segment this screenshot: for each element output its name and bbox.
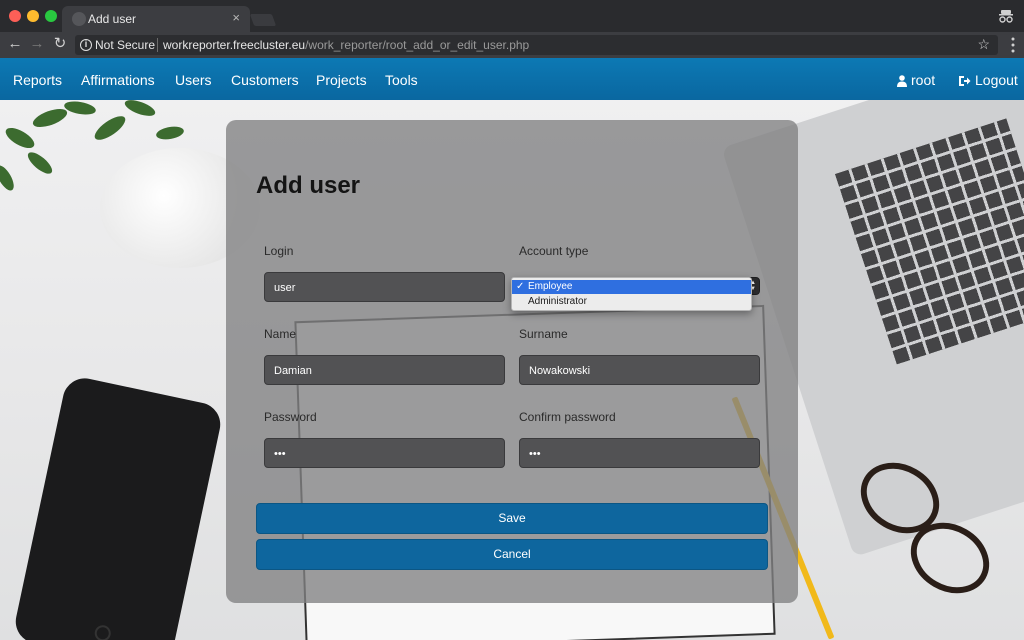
browser-tab[interactable]: Add user × (62, 6, 250, 32)
password-input[interactable]: ••• (264, 438, 505, 468)
add-user-form-card: Add user Login user Account type ▲ ▼ ✓ Em… (226, 120, 798, 603)
account-type-option-employee[interactable]: ✓ Employee (512, 280, 751, 294)
keyboard-image (835, 118, 1024, 365)
nav-user-label: root (911, 72, 936, 88)
option-label: Administrator (528, 296, 587, 307)
page-viewport: Reports Affirmations Users Customers Pro… (0, 58, 1024, 640)
nav-item-users[interactable]: Users (175, 72, 212, 88)
login-input[interactable]: user (264, 272, 505, 302)
account-type-dropdown[interactable]: ✓ Employee Administrator (511, 277, 752, 311)
new-tab-button[interactable] (249, 14, 277, 26)
confirm-password-label: Confirm password (519, 410, 616, 424)
tab-title: Add user (88, 12, 137, 26)
logout-icon (959, 76, 971, 86)
checkmark-icon: ✓ (516, 281, 525, 292)
nav-item-affirmations[interactable]: Affirmations (81, 72, 155, 88)
window-maximize-button[interactable] (45, 10, 57, 22)
favicon-icon (72, 12, 86, 26)
nav-logout[interactable]: Logout (958, 72, 1018, 88)
url-host: workreporter.freecluster.eu (163, 38, 306, 52)
browser-toolbar: ← → ↻ i Not Secure workreporter.freeclus… (0, 32, 1024, 58)
tab-close-icon[interactable]: × (232, 10, 240, 25)
nav-item-projects[interactable]: Projects (316, 72, 367, 88)
reload-icon[interactable]: ↻ (51, 35, 69, 53)
name-input[interactable]: Damian (264, 355, 505, 385)
account-type-label: Account type (519, 244, 589, 258)
option-label: Employee (528, 281, 573, 292)
nav-logout-label: Logout (975, 72, 1018, 88)
forward-arrow-icon[interactable]: → (28, 35, 46, 53)
security-label[interactable]: Not Secure (95, 38, 155, 52)
incognito-icon (999, 10, 1013, 23)
nav-item-customers[interactable]: Customers (231, 72, 299, 88)
nav-item-tools[interactable]: Tools (385, 72, 418, 88)
browser-titlebar: Add user × (0, 0, 1024, 32)
url-path: /work_reporter/root_add_or_edit_user.php (305, 38, 530, 52)
browser-menu-icon[interactable] (1011, 37, 1015, 53)
glasses-image (860, 462, 990, 594)
url-text[interactable]: workreporter.freecluster.eu/work_reporte… (163, 38, 529, 52)
nav-user-root[interactable]: root (897, 72, 935, 88)
cancel-button[interactable]: Cancel (256, 539, 768, 570)
password-label: Password (264, 410, 317, 424)
account-type-option-administrator[interactable]: Administrator (512, 295, 751, 309)
window-minimize-button[interactable] (27, 10, 39, 22)
info-icon[interactable]: i (80, 39, 92, 51)
bookmark-star-icon[interactable]: ☆ (977, 36, 990, 53)
name-label: Name (264, 327, 297, 341)
app-navbar: Reports Affirmations Users Customers Pro… (0, 58, 1024, 100)
address-bar[interactable]: i Not Secure workreporter.freecluster.eu… (75, 35, 998, 55)
page-title: Add user (256, 172, 361, 199)
surname-label: Surname (519, 327, 568, 341)
url-separator (157, 38, 158, 52)
back-arrow-icon[interactable]: ← (6, 35, 24, 53)
login-label: Login (264, 244, 294, 258)
phone-home-button (93, 623, 113, 640)
user-icon (897, 75, 907, 87)
surname-input[interactable]: Nowakowski (519, 355, 760, 385)
nav-item-reports[interactable]: Reports (13, 72, 62, 88)
window-close-button[interactable] (9, 10, 21, 22)
save-button[interactable]: Save (256, 503, 768, 534)
confirm-password-input[interactable]: ••• (519, 438, 760, 468)
